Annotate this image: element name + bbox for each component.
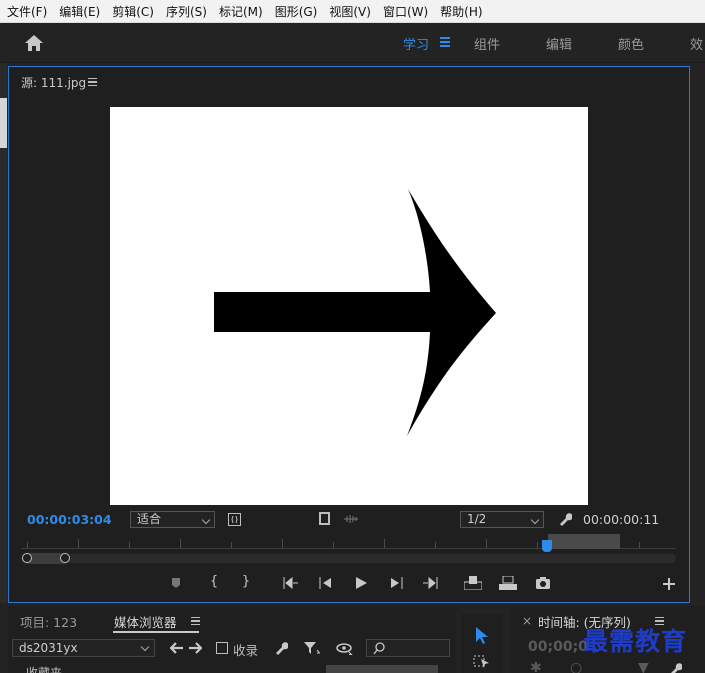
list-header-strip [326, 665, 438, 673]
workspace-tab-color[interactable]: 颜色 [618, 34, 644, 53]
wrench-icon[interactable] [668, 662, 682, 673]
workspace-header: 学习 组件 编辑 颜色 效 [0, 23, 705, 63]
source-preview-frame[interactable] [110, 107, 588, 505]
tools-panel [461, 614, 503, 673]
selection-tool-icon[interactable] [475, 626, 489, 644]
menu-graphics[interactable]: 图形(G) [275, 3, 318, 20]
settings-bracket-icon[interactable] [228, 513, 241, 526]
chevron-down-icon [530, 515, 540, 525]
zoom-scrollbar-right-handle[interactable] [60, 553, 70, 563]
track-select-tool-icon[interactable] [473, 654, 491, 668]
search-icon [373, 642, 385, 655]
timeline-close-icon[interactable]: × [522, 614, 532, 628]
camera-icon[interactable] [535, 576, 553, 590]
overwrite-icon[interactable] [499, 576, 517, 590]
playback-resolution-select[interactable]: 1/2 [460, 511, 544, 528]
add-marker-icon[interactable] [170, 577, 188, 589]
workspace-menu-icon[interactable] [440, 37, 450, 47]
workspace-tab-learn[interactable]: 学习 [403, 34, 429, 53]
menu-clip[interactable]: 剪辑(C) [112, 3, 154, 20]
in-out-range[interactable] [548, 534, 620, 549]
panel-menu-icon[interactable] [191, 617, 200, 625]
panel-menu-icon[interactable] [88, 78, 97, 88]
add-marker-icon[interactable]: ▼ [638, 660, 649, 673]
menu-help[interactable]: 帮助(H) [440, 3, 482, 20]
chevron-down-icon [201, 515, 211, 525]
drag-video-only-icon[interactable] [319, 512, 330, 525]
arrow-image [214, 189, 496, 436]
workspace-tab-editing[interactable]: 编辑 [546, 34, 572, 53]
button-editor-plus-icon[interactable] [663, 578, 681, 590]
eye-icon[interactable] [336, 643, 354, 655]
snap-icon[interactable]: ✱ [530, 660, 542, 673]
active-tab-underline [113, 631, 199, 633]
source-monitor-panel: 源: 111.jpg 00:00:03:04 适合 1/2 00:00:00:1… [8, 66, 690, 603]
menu-sequence[interactable]: 序列(S) [166, 3, 207, 20]
drag-audio-only-icon[interactable] [344, 515, 358, 523]
menu-markers[interactable]: 标记(M) [219, 3, 263, 20]
playhead-marker[interactable] [542, 540, 552, 552]
linked-selection-icon[interactable]: ○ [570, 660, 582, 673]
project-panel: 项目: 123 媒体浏览器 ds2031yx 收录 收藏夹 [8, 606, 456, 673]
menu-view[interactable]: 视图(V) [329, 3, 371, 20]
play-icon[interactable] [354, 576, 372, 590]
favorites-label: 收录 [233, 643, 259, 658]
playhead-timecode[interactable]: 00:00:03:04 [27, 512, 112, 527]
arrow-left-icon[interactable] [170, 642, 183, 654]
favorites-checkbox[interactable] [216, 642, 228, 654]
duration-timecode: 00:00:00:11 [583, 512, 660, 527]
zoom-fit-select[interactable]: 适合 [130, 511, 215, 528]
search-input[interactable] [366, 639, 450, 657]
mark-out-icon[interactable]: } [237, 574, 255, 589]
menu-file[interactable]: 文件(F) [7, 3, 47, 20]
wrench-icon[interactable] [558, 512, 572, 526]
menu-window[interactable]: 窗口(W) [383, 3, 428, 20]
arrow-right-icon[interactable] [189, 642, 202, 654]
favorites-tree-item[interactable]: 收藏夹 [26, 664, 62, 673]
menu-bar: 文件(F) 编辑(E) 剪辑(C) 序列(S) 标记(M) 图形(G) 视图(V… [0, 0, 705, 23]
menu-edit[interactable]: 编辑(E) [59, 3, 100, 20]
watermark-logo: 最需教育 [583, 627, 688, 656]
go-to-out-icon[interactable] [422, 577, 440, 589]
left-panel-edge-highlight [0, 98, 7, 148]
step-back-icon[interactable] [319, 577, 337, 589]
insert-icon[interactable] [464, 576, 482, 590]
mark-in-icon[interactable]: { [205, 574, 223, 589]
tab-media-browser[interactable]: 媒体浏览器 [114, 612, 177, 631]
path-select[interactable]: ds2031yx [12, 639, 155, 657]
zoom-scrollbar-left-handle[interactable] [22, 553, 32, 563]
timeline-timecode[interactable]: 00;00;0 [528, 639, 588, 655]
go-to-in-icon[interactable] [283, 577, 301, 589]
home-icon[interactable] [24, 33, 44, 53]
chevron-down-icon [140, 642, 150, 652]
wrench-icon[interactable] [274, 641, 288, 655]
workspace-tab-assembly[interactable]: 组件 [474, 34, 500, 53]
tab-project[interactable]: 项目: 123 [20, 612, 77, 631]
source-panel-title[interactable]: 源: 111.jpg [21, 74, 86, 91]
filter-icon[interactable] [304, 641, 320, 655]
step-forward-icon[interactable] [389, 577, 407, 589]
workspace-tab-effects[interactable]: 效 [690, 34, 703, 53]
zoom-scrollbar-track[interactable] [21, 554, 676, 563]
